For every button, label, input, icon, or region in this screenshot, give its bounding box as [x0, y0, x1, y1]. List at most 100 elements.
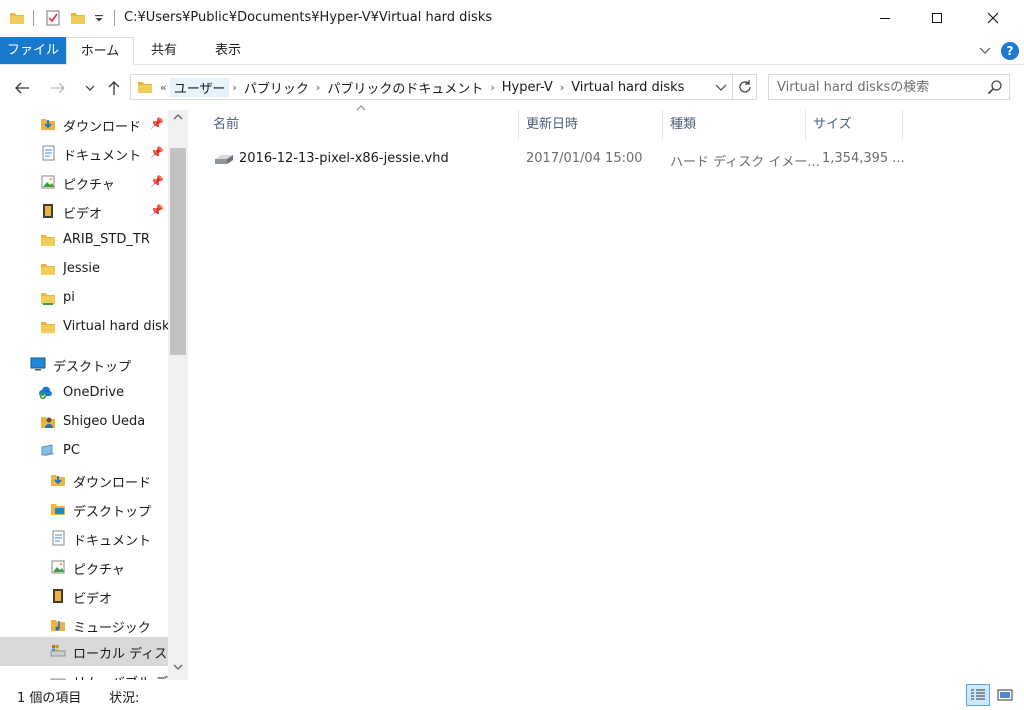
- nav-item-jessie[interactable]: Jessie: [0, 255, 168, 284]
- column-header-name[interactable]: 名前: [206, 110, 518, 140]
- expand-ribbon-button[interactable]: [978, 43, 992, 61]
- user-icon: [41, 417, 55, 428]
- folder-icon: [41, 264, 55, 275]
- minimize-button[interactable]: [862, 0, 908, 36]
- nav-scrollbar[interactable]: [168, 110, 188, 680]
- tab-file[interactable]: ファイル: [0, 37, 66, 64]
- videos-folder-icon: [53, 589, 63, 603]
- breadcrumb-hyper-v[interactable]: Hyper-V: [498, 80, 557, 95]
- nav-item-downloads-pc[interactable]: ダウンロード: [0, 466, 168, 495]
- breadcrumb-virtual-hard-disks[interactable]: Virtual hard disks: [567, 80, 688, 95]
- maximize-button[interactable]: [914, 0, 960, 36]
- download-folder-icon: [41, 119, 55, 130]
- title-bar: C:¥Users¥Public¥Documents¥Hyper-V¥Virtua…: [0, 0, 1024, 36]
- nav-item-music-pc[interactable]: ミュージック: [0, 611, 168, 640]
- details-view-icon: [971, 689, 985, 700]
- details-view-button[interactable]: [966, 684, 990, 706]
- customize-quick-access-icon[interactable]: [94, 9, 104, 27]
- nav-item-shigeo-ueda[interactable]: Shigeo Ueda: [0, 408, 168, 437]
- pictures-folder-icon: [51, 560, 65, 574]
- folder-icon: [41, 322, 55, 333]
- nav-item-pictures-pc[interactable]: ピクチャ: [0, 553, 168, 582]
- arrow-left-icon: [15, 82, 29, 94]
- column-header-size[interactable]: サイズ: [806, 110, 902, 140]
- chevron-right-icon[interactable]: ›: [557, 81, 567, 94]
- navigation-pane[interactable]: ダウンロード 📌 ドキュメント 📌 ピクチャ 📌 ビデオ 📌 ARIB_STD_…: [0, 110, 188, 680]
- search-box[interactable]: [768, 74, 1010, 100]
- nav-item-pc[interactable]: PC: [0, 437, 168, 466]
- nav-item-removable-disk[interactable]: リムーバブル ディス: [0, 666, 168, 680]
- chevron-right-icon[interactable]: ›: [229, 81, 239, 94]
- scroll-thumb[interactable]: [170, 148, 186, 355]
- help-button[interactable]: ?: [1001, 42, 1019, 60]
- nav-item-virtual-hard-disks[interactable]: Virtual hard disks: [0, 313, 169, 342]
- properties-icon[interactable]: [45, 9, 61, 27]
- chevron-down-icon: [85, 85, 95, 91]
- nav-item-onedrive[interactable]: OneDrive: [0, 379, 168, 408]
- scroll-down-button[interactable]: [168, 662, 188, 678]
- file-row[interactable]: 2016-12-13-pixel-x86-jessie.vhd 2017/01/…: [210, 147, 905, 171]
- back-button[interactable]: [12, 78, 32, 98]
- videos-folder-icon: [43, 204, 53, 218]
- folder-icon: [9, 9, 25, 27]
- nav-item-documents-pc[interactable]: ドキュメント: [0, 524, 168, 553]
- tab-home[interactable]: ホーム: [66, 37, 134, 65]
- column-header-type[interactable]: 種類: [663, 110, 805, 140]
- chevron-right-icon[interactable]: ›: [487, 81, 497, 94]
- nav-item-desktop[interactable]: デスクトップ: [0, 350, 168, 379]
- large-icons-view-button[interactable]: [993, 684, 1017, 706]
- pin-icon[interactable]: 📌: [150, 146, 164, 159]
- tab-share[interactable]: 共有: [134, 37, 194, 64]
- local-disk-icon: [50, 645, 66, 657]
- breadcrumb-users[interactable]: ユーザー: [169, 77, 230, 97]
- nav-item-pictures-quick[interactable]: ピクチャ 📌: [0, 168, 168, 197]
- nav-item-downloads-quick[interactable]: ダウンロード 📌: [0, 110, 168, 139]
- pc-icon: [41, 444, 55, 456]
- chevron-down-icon: [715, 84, 727, 91]
- file-date: 2017/01/04 15:00: [526, 151, 643, 166]
- nav-item-local-disk[interactable]: ローカル ディスク (: [0, 637, 168, 666]
- nav-item-desktop-pc[interactable]: デスクトップ: [0, 495, 168, 524]
- new-folder-icon[interactable]: [70, 9, 86, 27]
- window-title: C:¥Users¥Public¥Documents¥Hyper-V¥Virtua…: [124, 10, 493, 25]
- tab-view[interactable]: 表示: [196, 37, 260, 64]
- close-icon: [987, 12, 999, 24]
- maximize-icon: [932, 13, 942, 23]
- refresh-button[interactable]: [737, 79, 753, 99]
- recent-locations-button[interactable]: [80, 78, 100, 98]
- onedrive-icon: [39, 386, 52, 400]
- vhd-file-icon: [215, 155, 233, 164]
- folder-icon: [41, 235, 55, 246]
- address-bar[interactable]: « ユーザー › パブリック › パブリックのドキュメント › Hyper-V …: [130, 74, 757, 100]
- documents-folder-icon: [42, 145, 55, 161]
- nav-item-arib[interactable]: ARIB_STD_TR: [0, 226, 168, 255]
- address-history-button[interactable]: [715, 81, 727, 97]
- chevron-down-icon: [173, 664, 183, 670]
- chevron-right-icon[interactable]: ›: [313, 81, 323, 94]
- scroll-up-button[interactable]: [168, 112, 188, 128]
- close-button[interactable]: [970, 0, 1016, 36]
- pin-icon[interactable]: 📌: [150, 117, 164, 130]
- column-header-date[interactable]: 更新日時: [519, 110, 662, 140]
- search-icon[interactable]: [987, 79, 1003, 99]
- chevron-down-icon: [979, 47, 991, 54]
- file-list[interactable]: 名前 更新日時 種類 サイズ 2016-12-13-pixel-x86-jess…: [188, 105, 1024, 680]
- folder-icon: [137, 79, 153, 99]
- up-button[interactable]: [104, 78, 124, 98]
- file-name: 2016-12-13-pixel-x86-jessie.vhd: [239, 151, 449, 166]
- desktop-folder-icon: [51, 504, 65, 515]
- breadcrumb-public-documents[interactable]: パブリックのドキュメント: [323, 78, 487, 97]
- nav-item-pi[interactable]: pi: [0, 284, 168, 313]
- minimize-icon: [880, 18, 890, 19]
- search-input[interactable]: [777, 78, 977, 96]
- nav-item-videos-quick[interactable]: ビデオ 📌: [0, 197, 168, 226]
- nav-item-documents-quick[interactable]: ドキュメント 📌: [0, 139, 168, 168]
- file-size: 1,354,395 ...: [822, 151, 905, 166]
- forward-button[interactable]: [48, 78, 68, 98]
- breadcrumb-overflow[interactable]: «: [157, 81, 170, 94]
- status-text: 状況:: [109, 691, 140, 706]
- pin-icon[interactable]: 📌: [150, 175, 164, 188]
- breadcrumb-public[interactable]: パブリック: [240, 78, 313, 97]
- nav-item-videos-pc[interactable]: ビデオ: [0, 582, 168, 611]
- pin-icon[interactable]: 📌: [150, 204, 164, 217]
